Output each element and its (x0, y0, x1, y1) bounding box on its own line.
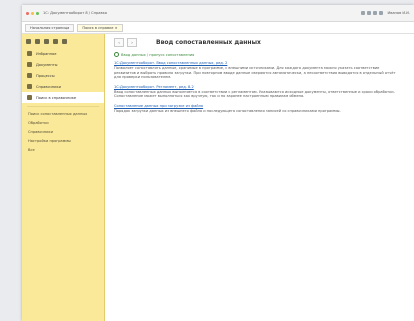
menu-icon[interactable] (26, 38, 31, 44)
catalog-icon (27, 84, 32, 89)
search-results: Ввод данных / пропуск сопоставления 1С:Д… (108, 50, 414, 114)
sidebar-item-label: Поиск в справочнике (36, 95, 77, 100)
forward-button[interactable]: › (127, 37, 137, 47)
search-icon[interactable] (53, 38, 58, 44)
collapse-icon[interactable] (62, 38, 67, 44)
content-toolbar: ‹ › Ввод сопоставленных данных (108, 34, 414, 50)
page-title: Ввод сопоставленных данных (156, 38, 261, 46)
sidebar-item-label: Справочники (36, 84, 61, 89)
result-snippet: Порядок загрузки данных из внешнего файл… (114, 108, 341, 113)
sidebar-item-search[interactable]: Поиск в справочнике (22, 92, 104, 103)
chevron-right-icon (370, 95, 414, 295)
result-link[interactable]: 1С:Документооборот. Регламент, ред. 8.2 (114, 85, 399, 89)
sidebar-item-documents[interactable]: Документы (22, 59, 104, 70)
close-window-icon[interactable] (26, 11, 29, 15)
sidebar-toolbar (22, 34, 104, 48)
window-title: 1С: Документооборот 8 / Справка (43, 11, 107, 15)
app-window: 1С: Документооборот 8 / Справка Иванов И… (22, 5, 414, 321)
maximize-window-icon[interactable] (36, 11, 39, 15)
sidebar-subitem[interactable]: Все (22, 146, 104, 155)
tab-search-help[interactable]: Поиск в справке × (77, 23, 123, 32)
title-bar: 1С: Документооборот 8 / Справка Иванов И… (22, 5, 414, 22)
result-link[interactable]: Сопоставление данных при загрузке из фай… (114, 104, 399, 108)
current-user[interactable]: Иванов И.И. (388, 11, 410, 15)
sidebar-subitem[interactable]: Поиск сопоставленных данных (22, 110, 104, 119)
sidebar-item-label: Процессы (36, 73, 55, 78)
star-icon[interactable] (35, 38, 40, 44)
star-icon (27, 51, 32, 56)
search-icon (114, 52, 119, 57)
list-item: Сопоставление данных при загрузке из фай… (114, 104, 399, 114)
favorites-icon[interactable] (366, 11, 371, 15)
history-icon[interactable] (44, 38, 49, 44)
sidebar-item-label: Избранное (36, 51, 57, 56)
list-item: 1С:Документооборот. Ввод сопоставленных … (114, 61, 399, 80)
search-query-link[interactable]: Ввод данных / пропуск сопоставления (114, 52, 408, 57)
result-link[interactable]: 1С:Документооборот. Ввод сопоставленных … (114, 61, 399, 65)
window-controls (26, 11, 39, 15)
sidebar-item-processes[interactable]: Процессы (22, 70, 104, 81)
tab-home[interactable]: Начальная страница (25, 23, 75, 32)
result-snippet: Ввод сопоставленных данных выполняется в… (114, 89, 395, 99)
back-button[interactable]: ‹ (114, 37, 124, 47)
list-item: 1С:Документооборот. Регламент, ред. 8.2 … (114, 85, 399, 99)
title-bar-tools: Иванов И.И. (360, 11, 410, 15)
settings-icon[interactable] (378, 11, 383, 15)
search-icon (27, 95, 32, 100)
result-snippet: Позволяет сопоставлять данные, хранимые … (114, 66, 396, 80)
history-icon[interactable] (360, 11, 365, 15)
document-icon (27, 62, 32, 67)
main-content: ‹ › Ввод сопоставленных данных Ввод данн… (108, 34, 414, 321)
process-icon (27, 73, 32, 78)
sidebar-item-catalogs[interactable]: Справочники (22, 81, 104, 92)
tab-bar: Начальная страница Поиск в справке × (22, 22, 414, 34)
sidebar-divider (27, 106, 99, 107)
sidebar-subitem[interactable]: Обработки (22, 119, 104, 128)
notifications-icon[interactable] (372, 11, 377, 15)
sidebar-subitem[interactable]: Справочники (22, 128, 104, 137)
sidebar: Избранное Документы Процессы Справочники… (22, 34, 105, 321)
search-query-text: Ввод данных / пропуск сопоставления (121, 52, 195, 57)
sidebar-item-favorites[interactable]: Избранное (22, 48, 104, 59)
sidebar-item-label: Документы (36, 62, 58, 67)
sidebar-subitem[interactable]: Настройки программы (22, 137, 104, 146)
minimize-window-icon[interactable] (31, 11, 34, 15)
